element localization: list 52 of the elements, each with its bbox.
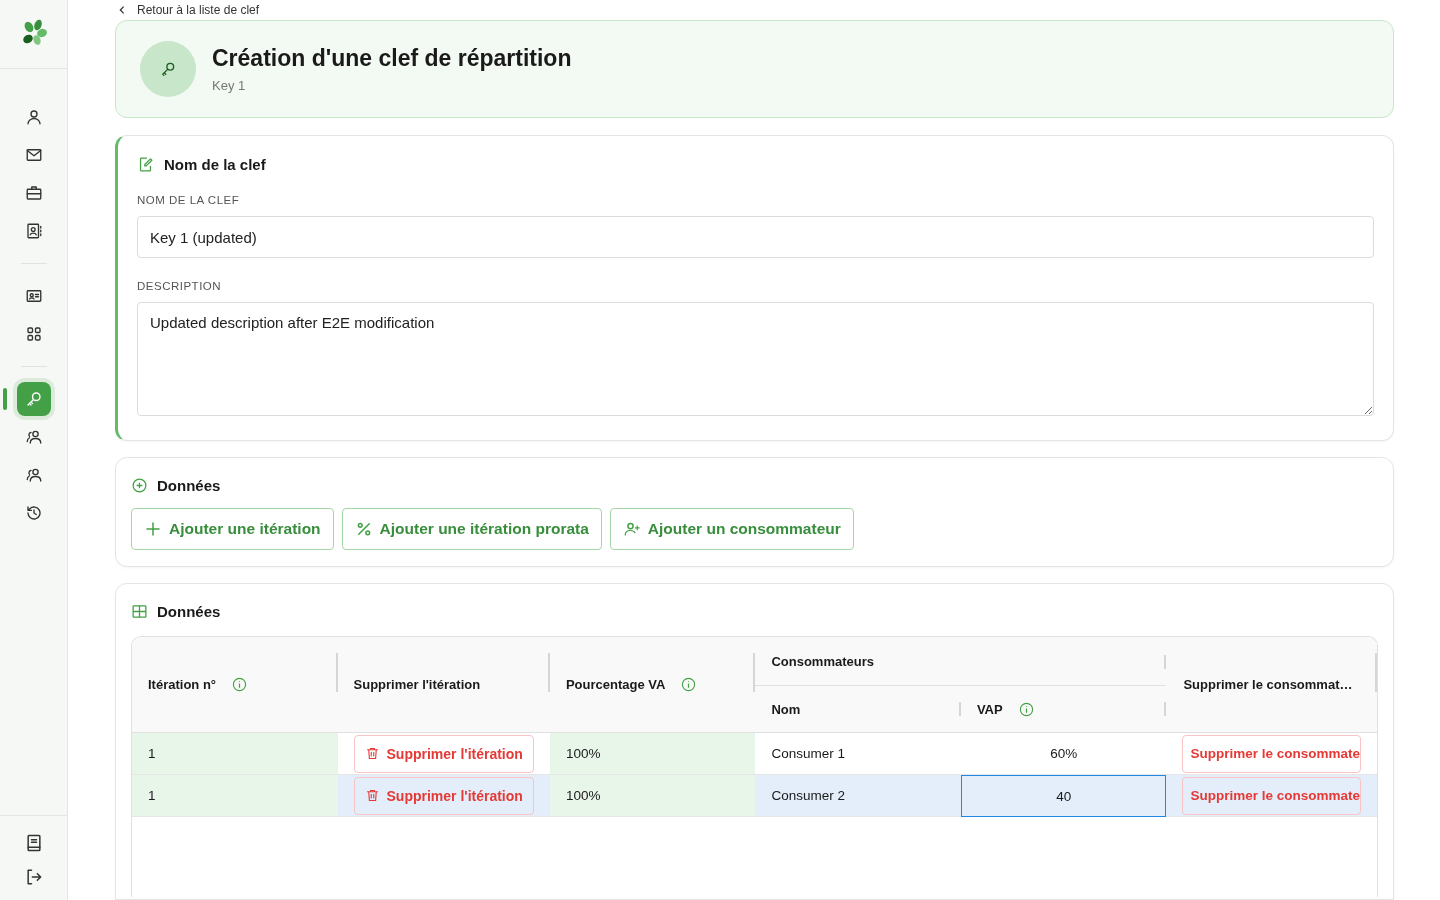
column-header-text: VAP [976,701,1003,717]
people-icon [24,466,43,484]
active-indicator [2,388,7,410]
section-title: Données [157,477,221,494]
info-icon [232,677,248,692]
back-link[interactable]: Retour à la liste de clef [115,2,1394,18]
delete-consumer-button[interactable]: Supprimer le consommate [1182,734,1361,773]
info-icon [1018,701,1034,717]
add-consumer-button[interactable]: Ajouter un consommateur [609,508,854,550]
briefcase-icon [24,184,43,202]
chevron-left-icon [117,5,127,15]
field-label: DESCRIPTION [137,280,223,292]
grid-icon [24,325,43,343]
plus-circle-icon [131,477,148,494]
section-title: Nom de la clef [164,156,266,173]
page-title: Création d'une clef de répartition [212,45,572,72]
column-header: Nom [755,685,961,733]
info-icon [681,677,697,692]
id-card-icon [24,287,43,305]
column-group-header: Consommateurs [755,637,1167,685]
table-icon [131,603,148,620]
column-header-text: Itération n° [148,677,217,692]
add-iteration-button[interactable]: Ajouter une itération [131,508,334,550]
column-header: Supprimer le consommat… [1166,637,1377,733]
plus-icon [144,520,162,538]
trash-icon [364,788,380,803]
page-subtitle: Key 1 [212,78,247,93]
name-field[interactable]: Key 1 (updated) [137,216,1374,258]
vap-input-field[interactable]: 40 [960,775,1167,817]
table-cell: 100% [549,733,756,775]
delete-iteration-button[interactable]: Supprimer l'itération [353,776,534,815]
delete-consumer-button[interactable]: Supprimer le consommate [1182,776,1361,815]
table-cell: 1 [132,775,338,817]
column-header-text: Pourcentage VA [565,677,666,692]
add-iteration-button[interactable]: Ajouter une itération prorata [341,508,602,550]
delete-iteration-button[interactable]: Supprimer l'itération [353,734,534,773]
table-cell: Consumer 2 [755,775,961,817]
edit-icon [137,156,154,173]
trash-icon [364,746,380,761]
contact-book-icon [24,222,43,240]
column-header: Supprimer l'itération [337,637,550,733]
section-title: Données [157,603,221,620]
add-user-icon [622,520,641,538]
table-cell: 1 [132,733,338,775]
people-icon [24,428,43,446]
table-cell: 100% [549,775,756,817]
key-icon [140,41,196,97]
description-field[interactable]: Updated description after E2E modification [137,302,1374,416]
field-label: NOM DE LA CLEF [137,194,241,206]
person-icon [24,108,43,126]
mail-icon [24,146,43,164]
history-icon [24,504,43,522]
